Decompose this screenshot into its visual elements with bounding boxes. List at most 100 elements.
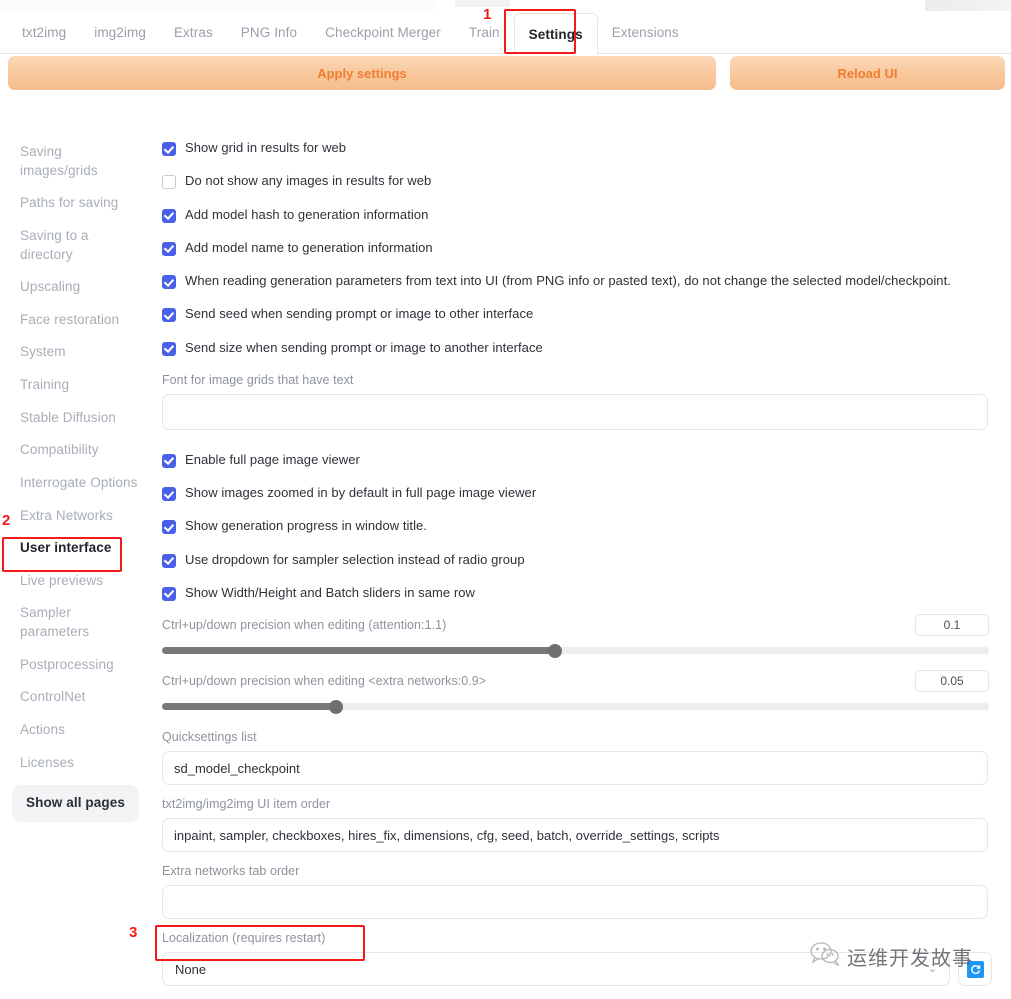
checkbox-checked-icon[interactable] [162, 308, 176, 323]
checkbox-unchecked-icon[interactable] [162, 175, 176, 190]
checkbox-label: Show images zoomed in by default in full… [185, 485, 537, 500]
checkbox-row[interactable]: Show Width/Height and Batch sliders in s… [150, 581, 1011, 614]
sidebar-item-sampler-parameters[interactable]: Sampler parameters [0, 597, 150, 648]
checkbox-label: Add model name to generation information [185, 239, 433, 255]
slider-value-input[interactable]: 0.1 [915, 614, 989, 636]
show-all-pages-wrapper: Show all pages [0, 779, 150, 822]
text-field-input[interactable]: inpaint, sampler, checkboxes, hires_fix,… [162, 818, 988, 852]
refresh-localization-button[interactable] [958, 952, 992, 986]
settings-sidebar: Saving images/grids Paths for saving Savin… [0, 136, 150, 822]
checkbox-checked-icon[interactable] [162, 341, 176, 356]
checkbox-label: Use dropdown for sampler selection inste… [185, 551, 525, 567]
slider-label: Ctrl+up/down precision when editing <ext… [162, 674, 487, 688]
checkbox-checked-icon[interactable] [162, 142, 176, 156]
localization-label: Localization (requires restart) [162, 931, 326, 945]
checkbox-row[interactable]: Send size when sending prompt or image t… [150, 336, 1011, 369]
sidebar-item-saving-to-a-directory[interactable]: Saving to a directory [0, 220, 150, 271]
sidebar-item-licenses[interactable]: Licenses [0, 747, 150, 780]
checkbox-checked-icon[interactable] [162, 208, 176, 223]
text-field-label: Quicksettings list [162, 730, 257, 744]
sidebar-item-system[interactable]: System [0, 336, 150, 369]
slider-label: Ctrl+up/down precision when editing (att… [162, 618, 447, 632]
checkbox-checked-icon[interactable] [162, 453, 176, 468]
slider-track[interactable] [162, 643, 989, 658]
localization-value: None [175, 961, 207, 977]
sidebar-item-live-previews[interactable]: Live previews [0, 565, 150, 598]
checkbox-row[interactable]: Use dropdown for sampler selection inste… [150, 548, 1011, 581]
apply-settings-button[interactable]: Apply settings [8, 56, 716, 90]
slider-header: Ctrl+up/down precision when editing <ext… [150, 670, 1011, 692]
refresh-icon [966, 960, 984, 978]
top-decoration-strip [0, 0, 1011, 11]
strip-segment-right [925, 0, 1011, 11]
checkbox-label: When reading generation parameters from … [185, 273, 951, 288]
sidebar-item-stable-diffusion[interactable]: Stable Diffusion [0, 402, 150, 435]
show-all-pages-button[interactable]: Show all pages [12, 785, 139, 822]
sidebar-item-upscaling[interactable]: Upscaling [0, 271, 150, 304]
slider-fill [162, 647, 555, 654]
sidebar-item-saving-images-grids[interactable]: Saving images/grids [0, 136, 150, 187]
checkbox-row[interactable]: When reading generation parameters from … [150, 269, 1011, 302]
checkbox-checked-icon[interactable] [162, 553, 176, 568]
slider-track[interactable] [162, 699, 989, 714]
strip-segment-left [0, 0, 435, 10]
checkbox-checked-icon[interactable] [162, 487, 176, 501]
settings-content: Show grid in results for web Do not show … [150, 136, 1011, 986]
checkbox-checked-icon[interactable] [162, 520, 176, 535]
checkbox-row[interactable]: Send seed when sending prompt or image t… [150, 302, 1011, 335]
checkbox-row[interactable]: Add model name to generation information [150, 236, 1011, 269]
slider-value-input[interactable]: 0.05 [915, 670, 989, 692]
checkbox-row[interactable]: Show generation progress in window title… [150, 514, 1011, 547]
chevron-down-icon[interactable]: ⌄ [928, 963, 937, 975]
slider-handle[interactable] [328, 699, 343, 714]
sidebar-item-training[interactable]: Training [0, 369, 150, 402]
slider-handle[interactable] [547, 643, 562, 658]
sidebar-item-postprocessing[interactable]: Postprocessing [0, 649, 150, 682]
sidebar-item-controlnet[interactable]: ControlNet [0, 681, 150, 714]
checkbox-row[interactable]: Show images zoomed in by default in full… [150, 481, 1011, 514]
settings-page: txt2img img2img Extras PNG Info Checkpoint M… [0, 0, 1011, 999]
sidebar-item-paths-for-saving[interactable]: Paths for saving [0, 187, 150, 220]
sidebar-item-interrogate-options[interactable]: Interrogate Options [0, 467, 150, 500]
sidebar-item-compatibility[interactable]: Compatibility [0, 434, 150, 467]
checkbox-row[interactable]: Do not show any images in results for we… [150, 169, 1011, 202]
checkbox-label: Enable full page image viewer [185, 451, 360, 467]
main-tabbar: txt2img img2img Extras PNG Info Checkpoint M… [0, 11, 1011, 55]
sidebar-item-face-restoration[interactable]: Face restoration [0, 304, 150, 337]
checkbox-row[interactable]: Add model hash to generation information [150, 203, 1011, 236]
checkbox-checked-icon[interactable] [162, 241, 176, 256]
checkbox-label: Send seed when sending prompt or image t… [185, 306, 534, 322]
tab-extensions[interactable]: Extensions [598, 11, 693, 54]
localization-dropdown[interactable]: None ⌄ [162, 952, 950, 986]
tab-checkpoint-merger[interactable]: Checkpoint Merger [311, 11, 455, 54]
sidebar-item-user-interface[interactable]: User interface [0, 532, 150, 565]
sidebar-item-extra-networks[interactable]: Extra Networks [0, 500, 150, 533]
checkbox-checked-icon[interactable] [162, 586, 176, 601]
checkbox-row[interactable]: Show grid in results for web [150, 136, 1011, 169]
tab-settings[interactable]: Settings [513, 13, 598, 55]
tab-png-info[interactable]: PNG Info [227, 11, 311, 54]
text-field-input[interactable] [162, 885, 988, 919]
checkbox-label: Do not show any images in results for we… [185, 173, 432, 189]
checkbox-label: Add model hash to generation information [185, 206, 429, 222]
tab-img2img[interactable]: img2img [80, 11, 160, 54]
checkbox-checked-icon[interactable] [162, 275, 176, 289]
text-field-label: txt2img/img2img UI item order [162, 797, 331, 811]
strip-segment-mid [455, 0, 510, 7]
tab-list: txt2img img2img Extras PNG Info Checkpoint M… [0, 11, 1011, 55]
font-field-input[interactable] [162, 393, 988, 430]
tab-extras[interactable]: Extras [160, 11, 227, 54]
reload-ui-button[interactable]: Reload UI [730, 56, 1005, 90]
action-bar: Apply settings Reload UI [8, 56, 1005, 90]
checkbox-row[interactable]: Enable full page image viewer [150, 448, 1011, 481]
tab-train[interactable]: Train [455, 11, 514, 54]
sidebar-item-actions[interactable]: Actions [0, 714, 150, 747]
tab-txt2img[interactable]: txt2img [8, 11, 80, 54]
slider-fill [162, 703, 336, 710]
text-field-input[interactable]: sd_model_checkpoint [162, 751, 988, 785]
